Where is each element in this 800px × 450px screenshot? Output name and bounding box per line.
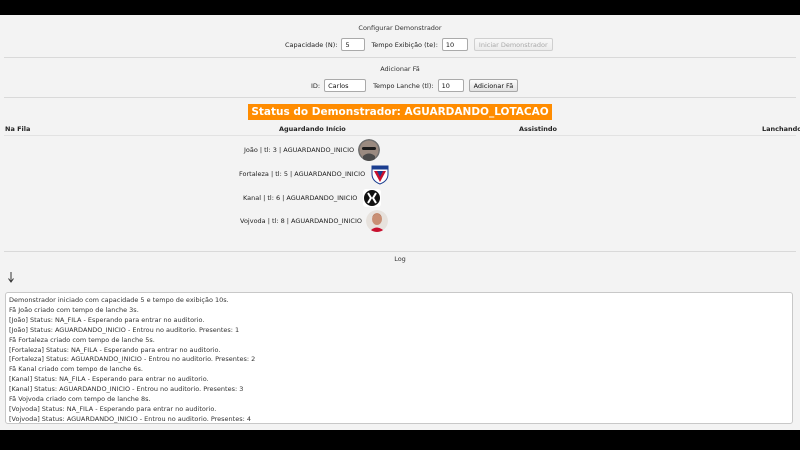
log-line: [Vojvoda] Status: NA_FILA - Esperando pa… xyxy=(9,404,217,413)
log-line: Demonstrador iniciado com capacidade 5 e… xyxy=(9,296,229,304)
log-line: Fã Vojvoda criado com tempo de lanche 8s… xyxy=(9,395,151,404)
fan-card-text: Fortaleza | tl: 5 | AGUARDANDO_INICIO xyxy=(239,170,366,178)
log-line: [Kanal] Status: AGUARDANDO_INICIO - Entr… xyxy=(9,385,244,394)
separator xyxy=(4,97,796,98)
kanal-logo-icon xyxy=(361,187,383,209)
log-line: Fã Fortaleza criado com tempo de lanche … xyxy=(9,335,155,344)
column-header-watching: Assistindo xyxy=(519,125,557,133)
status-container: Status do Demonstrador: AGUARDANDO_LOTAC… xyxy=(0,104,800,120)
log-line: [Fortaleza] Status: NA_FILA - Esperando … xyxy=(9,345,221,354)
separator xyxy=(4,57,796,58)
separator xyxy=(4,251,796,252)
start-demonstrator-button[interactable]: Iniciar Demonstrador xyxy=(473,38,553,51)
header-divider xyxy=(4,135,796,136)
fan-id-input[interactable] xyxy=(324,79,367,92)
log-line: Fã João criado com tempo de lanche 3s. xyxy=(9,305,139,314)
person-avatar-icon xyxy=(365,210,388,232)
fan-id-label: ID: xyxy=(311,81,321,90)
capacity-label: Capacidade (N): xyxy=(285,40,338,49)
capacity-input[interactable] xyxy=(341,38,366,51)
lunch-time-label: Tempo Lanche (tl): xyxy=(373,81,434,90)
exhibit-time-label: Tempo Exibição (te): xyxy=(371,40,438,49)
fan-card: João | tl: 3 | AGUARDANDO_INICIO xyxy=(244,139,381,161)
log-section-title: Log xyxy=(394,255,406,263)
log-text-area[interactable]: Demonstrador iniciado com capacidade 5 e… xyxy=(5,292,793,424)
fan-card: Vojvoda | tl: 8 | AGUARDANDO_INICIO xyxy=(240,210,388,232)
config-section-title: Configurar Demonstrador xyxy=(358,24,442,32)
log-line: [Kanal] Status: NA_FILA - Esperando para… xyxy=(9,375,209,384)
fan-card-text: Vojvoda | tl: 8 | AGUARDANDO_INICIO xyxy=(240,217,362,225)
log-line: [Vojvoda] Status: AGUARDANDO_INICIO - En… xyxy=(9,414,251,423)
fortaleza-crest-icon xyxy=(369,163,391,185)
add-fan-row: ID: Tempo Lanche (tl): Adicionar Fã xyxy=(311,79,519,92)
demonstrador-window: Configurar Demonstrador Capacidade (N): … xyxy=(0,15,800,430)
add-fan-button[interactable]: Adicionar Fã xyxy=(468,79,519,92)
log-line: [João] Status: NA_FILA - Esperando para … xyxy=(9,315,205,324)
fan-card: Kanal | tl: 6 | AGUARDANDO_INICIO xyxy=(243,187,383,209)
log-line: [Fortaleza] Status: AGUARDANDO_INICIO - … xyxy=(9,355,256,364)
add-fan-section-title: Adicionar Fã xyxy=(380,65,420,73)
fan-card-text: Kanal | tl: 6 | AGUARDANDO_INICIO xyxy=(243,194,358,202)
config-row: Capacidade (N): Tempo Exibição (te): Ini… xyxy=(285,38,553,51)
arrow-down-icon xyxy=(7,271,15,285)
fan-card: Fortaleza | tl: 5 | AGUARDANDO_INICIO xyxy=(239,163,391,185)
log-line: Fã Kanal criado com tempo de lanche 6s. xyxy=(9,365,143,374)
column-header-eating: Lanchando xyxy=(762,125,800,133)
fan-card-text: João | tl: 3 | AGUARDANDO_INICIO xyxy=(244,146,355,154)
column-header-queue: Na Fila xyxy=(5,125,31,133)
column-header-waiting: Aguardando Início xyxy=(279,125,346,133)
person-avatar-icon xyxy=(358,139,381,161)
exhibit-time-input[interactable] xyxy=(441,38,468,51)
log-line: [João] Status: AGUARDANDO_INICIO - Entro… xyxy=(9,325,240,334)
status-banner: Status do Demonstrador: AGUARDANDO_LOTAC… xyxy=(248,104,552,120)
lunch-time-input[interactable] xyxy=(437,79,464,92)
